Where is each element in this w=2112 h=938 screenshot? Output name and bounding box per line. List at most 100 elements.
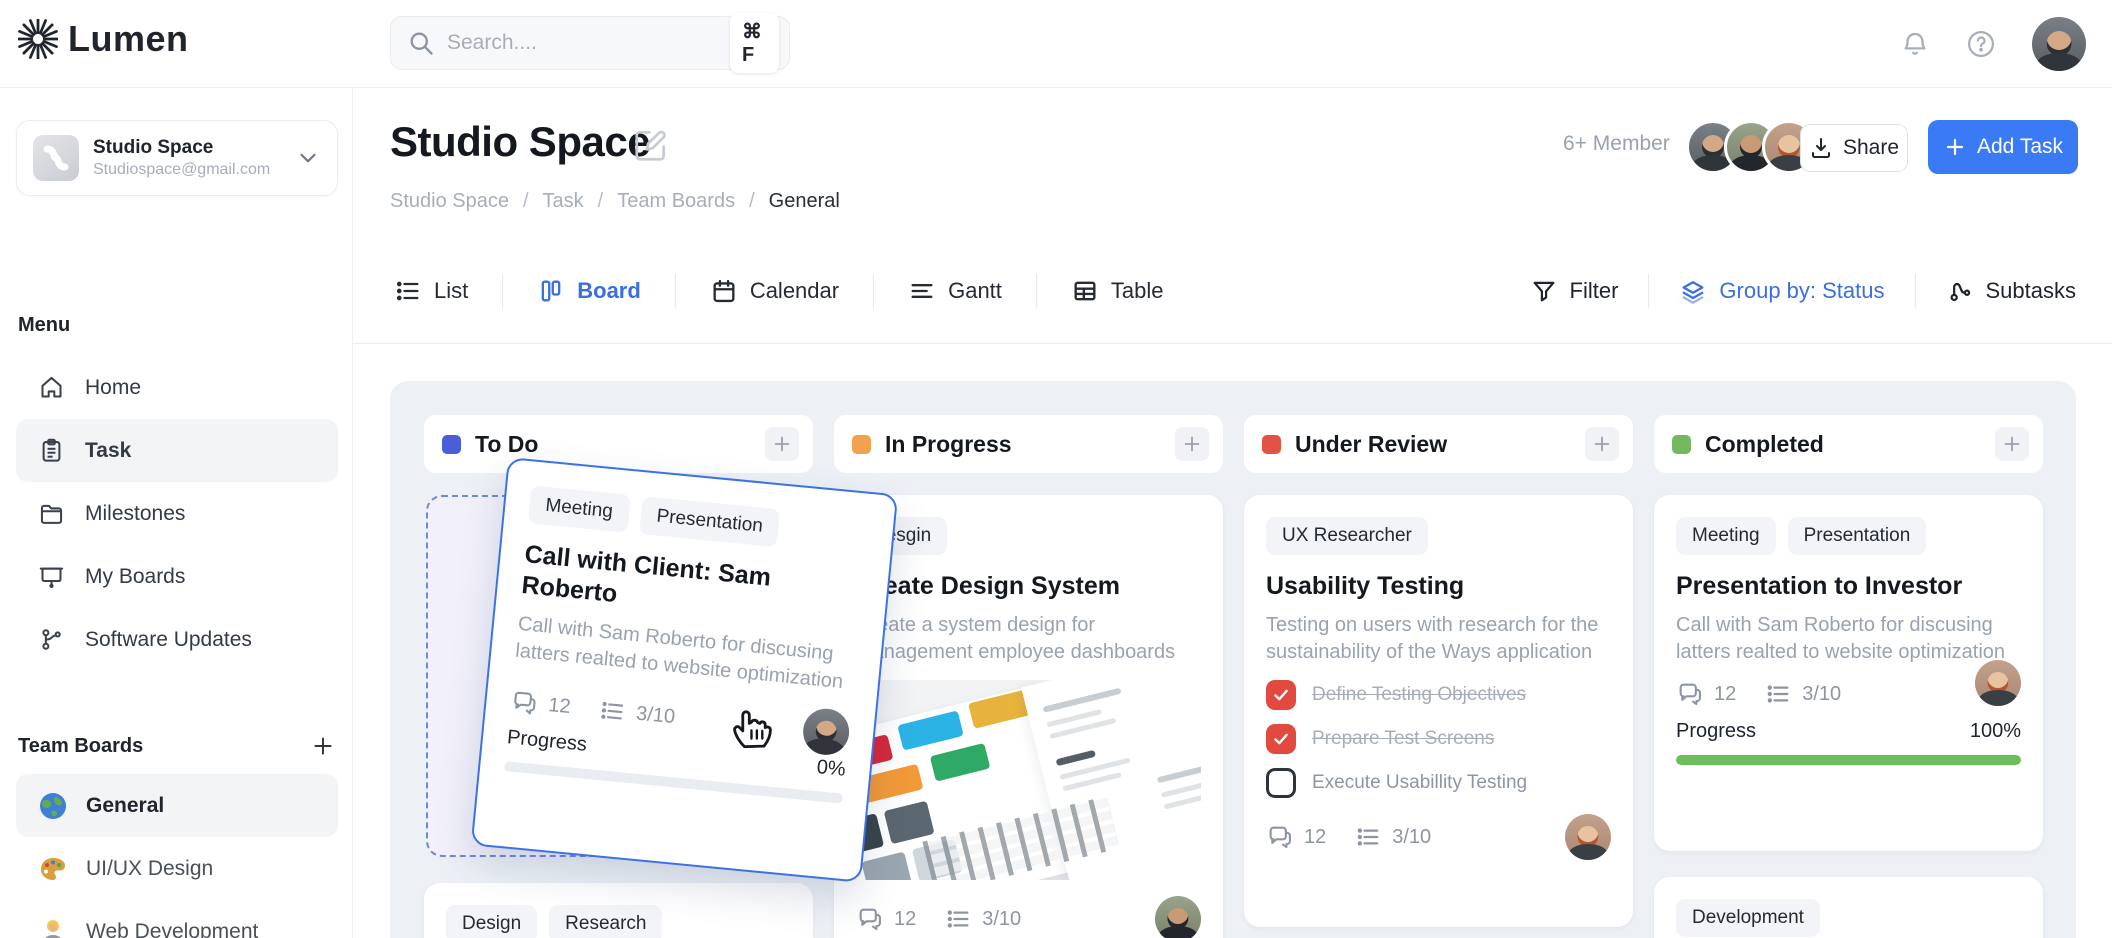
comments-count: 12: [1304, 826, 1326, 849]
checklist-label: Execute Usabillity Testing: [1312, 772, 1527, 794]
progress-value: 0%: [816, 756, 847, 782]
checkbox-unchecked-icon[interactable]: [1266, 768, 1296, 798]
group-by-label: Group by: Status: [1719, 278, 1884, 304]
workspace-switcher[interactable]: Studio Space Studiospace@gmail.com: [16, 120, 338, 196]
column-header-todo: To Do: [424, 415, 813, 473]
tag-chip[interactable]: Research: [549, 905, 662, 938]
checklist-item[interactable]: Define Testing Objectives: [1266, 680, 1611, 710]
sidebar-item-milestones[interactable]: Milestones: [16, 482, 338, 545]
subtasks-button[interactable]: Subtasks: [1946, 277, 2077, 305]
add-card-button[interactable]: [765, 427, 799, 461]
kanban-board: To Do In Progress Under Review Completed…: [390, 381, 2076, 938]
tag-chip[interactable]: Design: [446, 905, 537, 938]
checklist-item[interactable]: Execute Usabillity Testing: [1266, 768, 1611, 798]
tag-chip[interactable]: UX Researcher: [1266, 517, 1428, 555]
subtasks-meta[interactable]: 3/10: [1354, 823, 1431, 851]
tag-chip[interactable]: Development: [1676, 899, 1820, 937]
progress-bar: [1676, 755, 2021, 765]
subtasks-count: 3/10: [635, 702, 676, 729]
tab-table[interactable]: Table: [1067, 277, 1168, 305]
sidebar-item-software-updates[interactable]: Software Updates: [16, 608, 338, 671]
view-tabs: List Board Calendar Gantt Table: [390, 274, 1168, 308]
breadcrumb-item[interactable]: Team Boards: [617, 190, 735, 213]
comments-meta[interactable]: 12: [1676, 680, 1736, 708]
card-description: Testing on users with research for the s…: [1266, 612, 1611, 666]
subtasks-meta[interactable]: 3/10: [597, 696, 676, 731]
column-header-under-review: Under Review: [1244, 415, 1633, 473]
help-icon[interactable]: [1966, 29, 1996, 59]
add-task-button[interactable]: Add Task: [1928, 120, 2078, 174]
edit-title-icon[interactable]: [632, 126, 670, 164]
notifications-bell-icon[interactable]: [1900, 29, 1930, 59]
tag-chip[interactable]: Presentation: [1788, 517, 1927, 555]
comments-meta[interactable]: 12: [856, 905, 916, 933]
filter-funnel-icon: [1530, 277, 1558, 305]
checkbox-checked-icon[interactable]: [1266, 680, 1296, 710]
add-board-plus-icon[interactable]: [310, 733, 336, 759]
search-bar[interactable]: ⌘ F: [390, 16, 790, 70]
task-card-create-design-system[interactable]: Desgin Create Design System Create a sys…: [834, 495, 1223, 938]
tab-board[interactable]: Board: [533, 277, 645, 305]
card-description: Create a system design for management em…: [856, 612, 1201, 666]
starburst-logo-icon: [18, 19, 58, 59]
sidebar-item-home[interactable]: Home: [16, 356, 338, 419]
assignee-avatar[interactable]: [1155, 896, 1201, 938]
assignee-avatar[interactable]: [1975, 660, 2021, 706]
share-label: Share: [1843, 136, 1899, 160]
add-card-button[interactable]: [1995, 427, 2029, 461]
group-by-button[interactable]: Group by: Status: [1679, 277, 1884, 305]
share-button[interactable]: Share: [1800, 124, 1908, 172]
tab-separator: [502, 274, 503, 308]
column-name: In Progress: [885, 431, 1012, 458]
comments-meta[interactable]: 12: [509, 687, 572, 721]
breadcrumb-current: General: [769, 190, 840, 213]
checklist-item[interactable]: Prepare Test Screens: [1266, 724, 1611, 754]
task-card-todo-peek[interactable]: Design Research: [424, 883, 813, 938]
checkbox-checked-icon[interactable]: [1266, 724, 1296, 754]
tab-separator: [873, 274, 874, 308]
task-card-presentation-to-investor[interactable]: Meeting Presentation Presentation to Inv…: [1654, 495, 2043, 851]
member-avatars[interactable]: [1686, 120, 1816, 174]
card-image-design-system: [856, 680, 1201, 880]
status-dot-todo: [442, 435, 461, 454]
tab-separator: [1036, 274, 1037, 308]
comments-meta[interactable]: 12: [1266, 823, 1326, 851]
list-view-icon: [394, 277, 422, 305]
add-card-button[interactable]: [1175, 427, 1209, 461]
share-icon: [1809, 136, 1833, 160]
add-card-button[interactable]: [1585, 427, 1619, 461]
dragged-task-card[interactable]: Meeting Presentation Call with Client: S…: [471, 457, 899, 883]
progress-label: Progress: [1676, 720, 1756, 743]
folder-icon: [38, 500, 65, 527]
sidebar-board-web-development[interactable]: Web Development: [16, 900, 338, 938]
status-dot-in-progress: [852, 435, 871, 454]
filter-button[interactable]: Filter: [1530, 277, 1619, 305]
task-card-completed-peek[interactable]: Development: [1654, 877, 2043, 938]
menu-section-label: Menu: [18, 314, 70, 337]
sidebar-board-general[interactable]: General: [16, 774, 338, 837]
sidebar-board-uiux-design[interactable]: UI/UX Design: [16, 837, 338, 900]
tag-chip[interactable]: Presentation: [639, 496, 781, 547]
subtasks-meta[interactable]: 3/10: [944, 905, 1021, 933]
assignee-avatar[interactable]: [1565, 814, 1611, 860]
breadcrumb-item[interactable]: Task: [543, 190, 584, 213]
search-input[interactable]: [447, 31, 718, 55]
board-controls: Filter Group by: Status Subtasks: [1530, 274, 2076, 308]
status-dot-under-review: [1262, 435, 1281, 454]
filter-label: Filter: [1570, 278, 1619, 304]
tag-chip[interactable]: Meeting: [528, 485, 631, 532]
tab-calendar[interactable]: Calendar: [706, 277, 843, 305]
user-avatar[interactable]: [2032, 17, 2086, 71]
sidebar-item-label: Task: [85, 439, 131, 463]
members-count: 6+ Member: [1563, 132, 1670, 156]
card-description: Call with Sam Roberto for discusing latt…: [1676, 612, 2021, 666]
task-card-usability-testing[interactable]: UX Researcher Usability Testing Testing …: [1244, 495, 1633, 927]
tag-chip[interactable]: Meeting: [1676, 517, 1776, 555]
breadcrumb-item[interactable]: Studio Space: [390, 190, 509, 213]
sidebar-item-my-boards[interactable]: My Boards: [16, 545, 338, 608]
assignee-avatar[interactable]: [801, 707, 851, 757]
tab-list[interactable]: List: [390, 277, 472, 305]
subtasks-meta[interactable]: 3/10: [1764, 680, 1841, 708]
tab-gantt[interactable]: Gantt: [904, 277, 1006, 305]
sidebar-item-task[interactable]: Task: [16, 419, 338, 482]
